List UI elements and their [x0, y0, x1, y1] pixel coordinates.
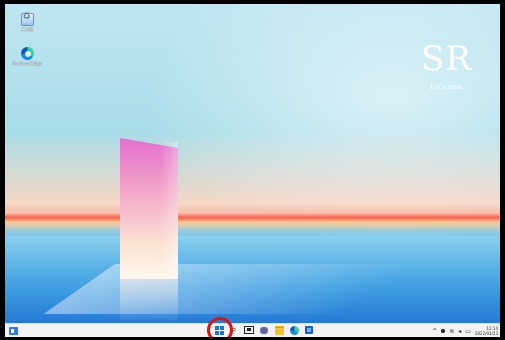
- chat-icon: [260, 326, 268, 334]
- desktop-icon-recycle-bin[interactable]: ごみ箱: [7, 12, 47, 33]
- tray-chevron-icon[interactable]: ^: [432, 328, 437, 335]
- store-icon: [305, 326, 313, 334]
- file-explorer-button[interactable]: [274, 325, 284, 335]
- recycle-bin-icon: [20, 12, 34, 26]
- volume-icon[interactable]: ◂: [458, 328, 461, 335]
- desktop-icon-label: ごみ箱: [21, 27, 33, 32]
- store-button[interactable]: [304, 325, 314, 335]
- screenshot-frame: ごみ箱 Microsoft Edge SR Let's note ⌕: [0, 0, 505, 340]
- desktop-icon-edge[interactable]: Microsoft Edge: [7, 47, 47, 66]
- clock-date: 2022/01/23: [474, 331, 498, 336]
- taskbar: ⌕ ^ ≋ ◂ ▭ 12:14 2022/01/23: [5, 323, 500, 337]
- desktop[interactable]: ごみ箱 Microsoft Edge SR Let's note: [5, 4, 500, 323]
- tray-app-icon[interactable]: [441, 329, 446, 333]
- wifi-icon[interactable]: ≋: [449, 328, 454, 335]
- wallpaper-pillar: [120, 138, 178, 279]
- chat-button[interactable]: [259, 325, 269, 335]
- logo-sub-text: Let's note: [430, 83, 463, 91]
- edge-icon: [289, 325, 299, 335]
- logo-main-text: SR: [421, 39, 472, 79]
- battery-icon[interactable]: ▭: [465, 328, 471, 335]
- desktop-icon-label: Microsoft Edge: [12, 61, 42, 66]
- pillar-reflection: [120, 279, 178, 323]
- pillar-shade: [160, 142, 178, 279]
- task-view-button[interactable]: [244, 325, 254, 335]
- edge-button[interactable]: [289, 325, 299, 335]
- wallpaper-horizon-band: [5, 203, 500, 231]
- system-tray: ^ ≋ ◂ ▭ 12:14 2022/01/23: [432, 326, 498, 336]
- start-highlight-circle: [207, 317, 233, 337]
- file-explorer-icon: [274, 325, 284, 335]
- clock[interactable]: 12:14 2022/01/23: [475, 326, 498, 336]
- wallpaper-logo: SR Let's note: [421, 42, 472, 91]
- task-view-icon: [244, 326, 254, 334]
- edge-icon: [20, 47, 34, 60]
- widgets-icon[interactable]: [9, 327, 18, 335]
